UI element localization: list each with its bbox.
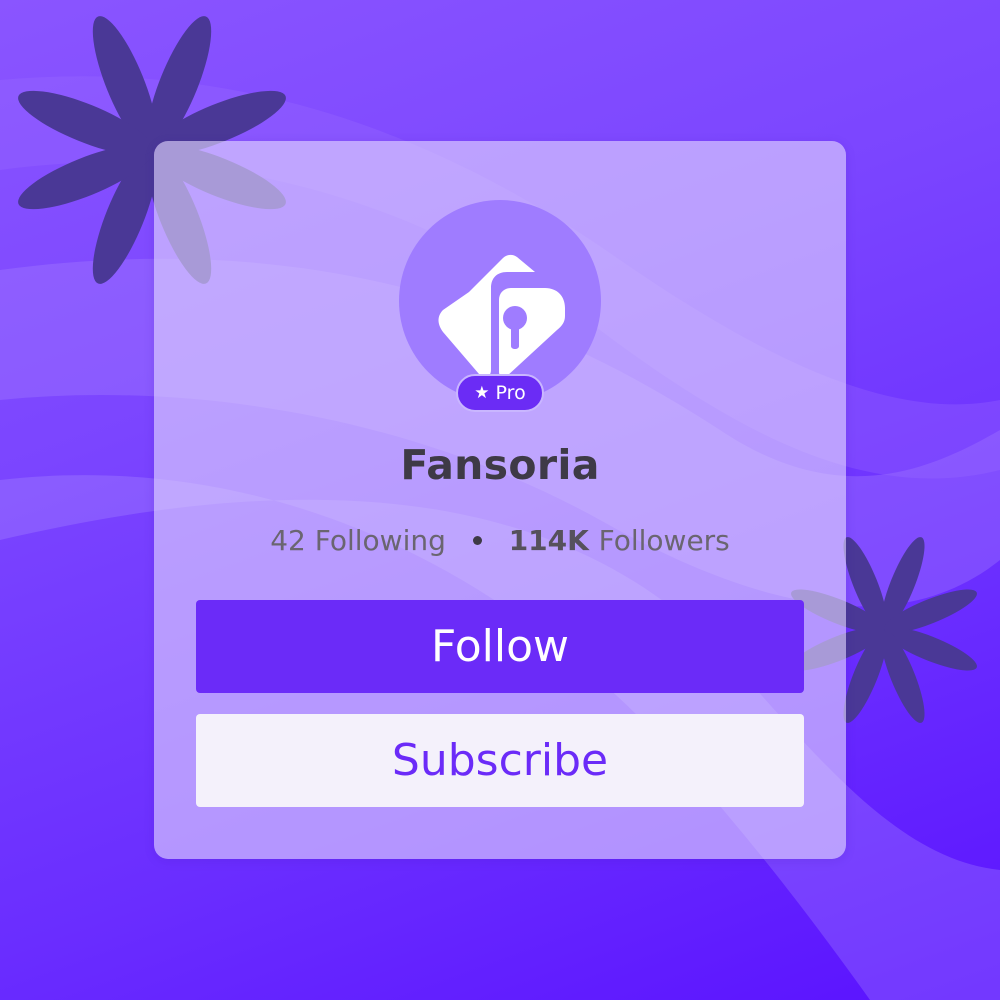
subscribe-button[interactable]: Subscribe [196,714,804,807]
fansoria-logo-icon [438,254,565,378]
follow-button[interactable]: Follow [196,600,804,693]
pro-badge: ★ Pro [456,374,544,412]
profile-name: Fansoria [400,441,600,489]
following-count[interactable]: 42 [270,524,315,557]
profile-card: ★ Pro Fansoria 42 Following 114K Followe… [154,141,846,859]
following-label[interactable]: Following [315,524,446,557]
separator-dot [472,535,482,545]
background: ★ Pro Fansoria 42 Following 114K Followe… [0,0,1000,1000]
profile-stats: 42 Following 114K Followers [154,524,846,557]
star-icon: ★ [474,382,490,403]
pro-badge-label: Pro [495,382,526,404]
followers-label[interactable]: Followers [599,524,730,557]
followers-count[interactable]: 114K [509,524,599,557]
avatar[interactable] [399,200,601,402]
